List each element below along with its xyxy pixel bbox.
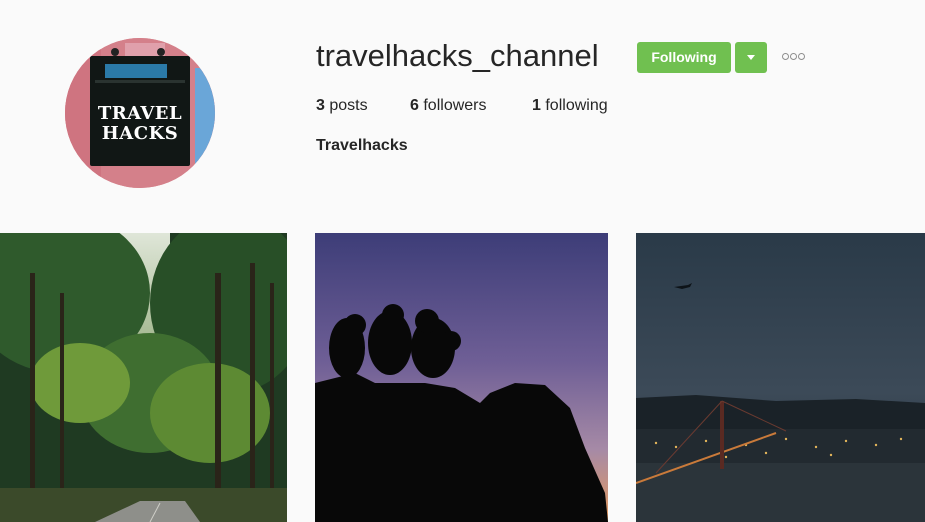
username: travelhacks_channel [316, 38, 599, 73]
more-options-icon [782, 53, 789, 60]
following-count: 1 [532, 97, 541, 114]
post-tile-forest-road[interactable] [0, 233, 287, 522]
followers-count: 6 [410, 97, 419, 114]
avatar-text-line2: HACKS [101, 123, 179, 144]
post-image-bridge [636, 233, 925, 522]
post-tile-silhouettes[interactable] [315, 233, 608, 522]
posts-stat: 3 posts [316, 96, 368, 116]
more-options-button[interactable] [782, 50, 808, 64]
post-tile-bridge-city[interactable] [636, 233, 925, 522]
full-name: Travelhacks [316, 137, 408, 154]
posts-label: posts [329, 97, 368, 114]
following-button[interactable]: Following [637, 42, 731, 73]
suggestions-dropdown-button[interactable] [735, 42, 767, 73]
avatar[interactable]: TRAVEL HACKS [65, 38, 215, 188]
followers-stat[interactable]: 6 followers [410, 96, 487, 116]
post-image-sunset [315, 233, 608, 522]
post-image-forest [0, 233, 287, 522]
more-options-icon-dot [790, 53, 797, 60]
following-stat[interactable]: 1 following [532, 96, 608, 116]
more-options-icon-dot [798, 53, 805, 60]
followers-label: followers [423, 97, 487, 114]
following-label: following [545, 97, 608, 114]
posts-count: 3 [316, 97, 325, 114]
chevron-down-icon [747, 55, 755, 60]
profile-page: TRAVEL HACKS travelhacks_channel Followi… [0, 0, 925, 522]
avatar-text-line1: TRAVEL [97, 103, 183, 124]
